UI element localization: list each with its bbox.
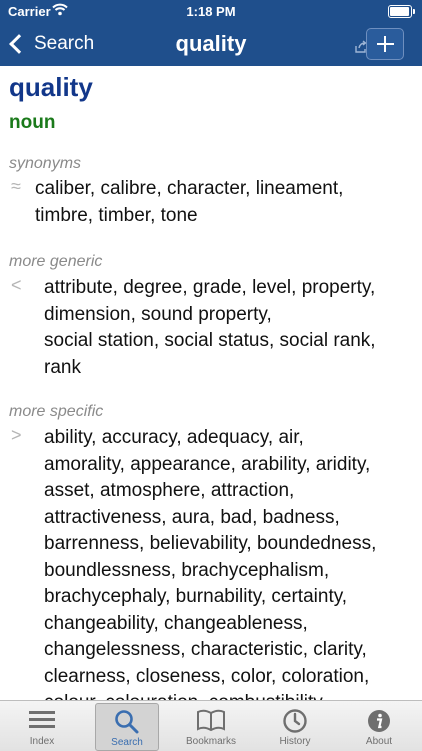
- more-generic-list[interactable]: attribute, degree, grade, level, propert…: [44, 275, 420, 381]
- status-bar: Carrier 1:18 PM: [0, 0, 422, 22]
- tab-label: History: [279, 736, 311, 747]
- list-item: dimension, sound property,: [44, 303, 272, 325]
- tab-bookmarks[interactable]: Bookmarks: [180, 703, 242, 749]
- synonyms-list[interactable]: caliber, calibre, character, lineament, …: [35, 176, 411, 229]
- more-specific-list[interactable]: ability, accuracy, adequacy, air, amoral…: [44, 425, 420, 700]
- part-of-speech: noun: [9, 112, 56, 133]
- list-item: barrenness, believability, boundedness,: [44, 533, 377, 554]
- bookmarks-icon: [197, 709, 225, 732]
- tab-history[interactable]: History: [264, 703, 326, 749]
- list-item: changeability, changeableness,: [44, 612, 308, 634]
- list-item: brachycephaly, burnability, certainty,: [44, 586, 348, 607]
- list-item: colour, colouration, combustibility,: [44, 690, 420, 700]
- list-item: changelessness, characteristic, clarity,: [44, 639, 367, 660]
- list-item: amorality, appearance, arability, aridit…: [44, 453, 371, 475]
- list-item: caliber, calibre, character, lineament,: [35, 178, 344, 199]
- tab-index[interactable]: Index: [11, 703, 73, 749]
- navigation-bar: Search quality: [0, 22, 422, 66]
- search-icon: [115, 710, 139, 734]
- tab-bar: Index Search Bookmarks History About: [0, 700, 422, 751]
- list-item: clearness, closeness, color, coloration,: [44, 665, 370, 687]
- tab-about[interactable]: About: [348, 703, 410, 749]
- battery-icon: [388, 5, 415, 18]
- status-time: 1:18 PM: [186, 4, 236, 19]
- tab-search[interactable]: Search: [95, 703, 159, 751]
- chevron-left-icon: <: [11, 275, 22, 295]
- index-icon: [29, 711, 55, 728]
- approximately-equal-icon: ≈: [11, 176, 21, 196]
- tab-label: Index: [29, 736, 55, 747]
- add-bookmark-button[interactable]: [366, 28, 404, 60]
- about-icon: [368, 710, 390, 732]
- section-label-more-specific: more specific: [9, 403, 104, 420]
- list-item: timbre, timber, tone: [35, 204, 198, 226]
- list-item: boundlessness, brachycephalism,: [44, 559, 330, 581]
- section-label-more-generic: more generic: [9, 253, 103, 270]
- tab-label: About: [365, 736, 393, 747]
- list-item: rank: [44, 356, 81, 378]
- history-icon: [283, 709, 307, 733]
- list-item: ability, accuracy, adequacy, air,: [44, 427, 304, 448]
- section-label-synonyms: synonyms: [9, 155, 82, 172]
- tab-label: Bookmarks: [185, 736, 236, 747]
- list-item: attractiveness, aura, bad, badness,: [44, 506, 340, 528]
- chevron-right-icon: >: [11, 425, 22, 445]
- list-item: asset, atmosphere, attraction,: [44, 480, 295, 501]
- entry-content[interactable]: quality noun synonyms ≈ caliber, calibre…: [0, 66, 422, 700]
- list-item: attribute, degree, grade, level, propert…: [44, 277, 376, 298]
- tab-label: Search: [111, 737, 143, 748]
- headword: quality: [9, 72, 93, 102]
- list-item: social station, social status, social ra…: [44, 330, 376, 351]
